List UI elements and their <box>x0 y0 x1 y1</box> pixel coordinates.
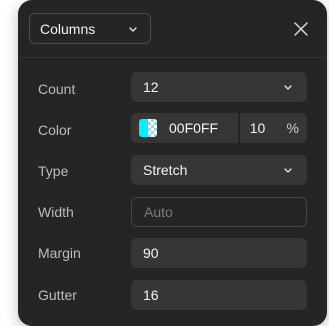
chevron-down-icon <box>129 26 137 32</box>
percent-unit: % <box>286 120 299 136</box>
margin-value: 90 <box>143 245 159 261</box>
gutter-label: Gutter <box>38 287 77 303</box>
count-select[interactable]: 12 <box>131 72 307 102</box>
color-opacity-value: 10 <box>249 120 266 136</box>
margin-input[interactable]: 90 <box>131 238 307 268</box>
color-hex-value: 00F0FF <box>169 120 219 136</box>
chevron-down-icon <box>284 168 292 173</box>
gutter-value: 16 <box>143 287 159 303</box>
type-select[interactable]: Stretch <box>131 155 307 185</box>
type-label: Type <box>38 163 69 179</box>
color-opacity-field[interactable]: 10 % <box>239 113 307 143</box>
width-label: Width <box>38 204 74 220</box>
color-hex-field[interactable]: 00F0FF <box>131 113 238 143</box>
color-label: Color <box>38 122 72 138</box>
layout-type-label: Columns <box>40 20 96 37</box>
color-swatch[interactable] <box>139 119 157 137</box>
gutter-input[interactable]: 16 <box>131 280 307 310</box>
chevron-down-icon <box>284 85 292 90</box>
layout-grid-panel: Columns Count 12 Color 00F0FF 10 % Type … <box>18 0 327 326</box>
type-value: Stretch <box>143 162 188 178</box>
color-field: 00F0FF 10 % <box>131 113 307 143</box>
count-value: 12 <box>143 79 159 95</box>
header-divider <box>18 57 327 58</box>
count-label: Count <box>38 81 76 97</box>
close-icon[interactable] <box>291 19 311 39</box>
width-placeholder: Auto <box>144 204 173 220</box>
width-input[interactable]: Auto <box>131 197 307 227</box>
margin-label: Margin <box>38 245 81 261</box>
layout-type-select[interactable]: Columns <box>29 13 151 44</box>
